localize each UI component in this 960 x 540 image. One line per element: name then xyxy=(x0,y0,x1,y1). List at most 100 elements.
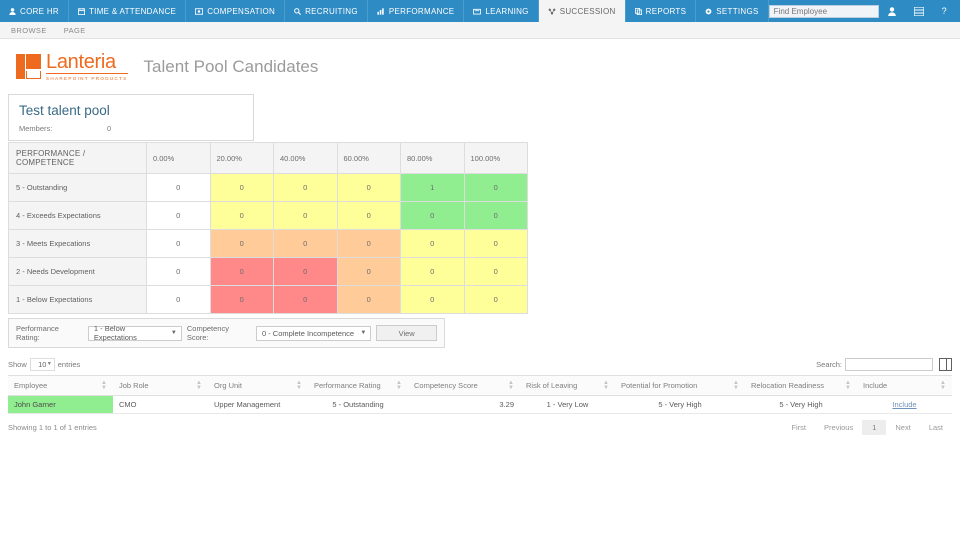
matrix-cell[interactable]: 0 xyxy=(401,230,465,258)
matrix-cell[interactable]: 0 xyxy=(210,174,274,202)
page-length-select[interactable]: 10 ▼ xyxy=(30,358,55,371)
nav-item-time-attendance[interactable]: TIME & ATTENDANCE xyxy=(69,0,186,22)
matrix-column-header: 40.00% xyxy=(274,143,338,174)
money-icon xyxy=(195,8,203,15)
pagination-last[interactable]: Last xyxy=(920,420,952,435)
pagination-first[interactable]: First xyxy=(782,420,815,435)
matrix-column-header: 100.00% xyxy=(464,143,528,174)
book-icon xyxy=(473,8,481,15)
lanteria-logo[interactable]: Lanteria SHAREPOINT PRODUCTS xyxy=(16,52,128,81)
nav-item-reports[interactable]: REPORTS xyxy=(626,0,697,22)
nav-item-label: SETTINGS xyxy=(716,7,758,16)
matrix-cell[interactable]: 0 xyxy=(274,202,338,230)
matrix-cell[interactable]: 0 xyxy=(337,230,401,258)
column-visibility-icon[interactable] xyxy=(939,358,952,371)
matrix-cell[interactable]: 0 xyxy=(401,202,465,230)
matrix-cell[interactable]: 1 xyxy=(401,174,465,202)
nav-item-performance[interactable]: PERFORMANCE xyxy=(368,0,465,22)
matrix-filter-bar: Performance Rating: 1 - Below Expectatio… xyxy=(8,318,445,348)
matrix-cell[interactable]: 0 xyxy=(464,258,528,286)
matrix-cell[interactable]: 0 xyxy=(147,230,211,258)
cell-job-role: CMO xyxy=(113,396,208,414)
matrix-cell[interactable]: 0 xyxy=(274,174,338,202)
cell-competency-score: 3.29 xyxy=(408,396,520,414)
chevron-down-icon: ▼ xyxy=(171,330,177,336)
calendar-icon xyxy=(78,8,85,15)
matrix-cell[interactable]: 0 xyxy=(401,258,465,286)
matrix-cell[interactable]: 0 xyxy=(337,286,401,314)
matrix-row-label: 1 - Below Expectations xyxy=(9,286,147,314)
view-button[interactable]: View xyxy=(376,325,437,341)
cell-include[interactable]: Include xyxy=(857,396,952,414)
find-employee-input[interactable] xyxy=(769,5,879,18)
matrix-cell[interactable]: 0 xyxy=(147,202,211,230)
column-header-label: Competency Score xyxy=(414,381,478,390)
matrix-cell[interactable]: 0 xyxy=(210,202,274,230)
column-header-employee[interactable]: Employee▲▼ xyxy=(8,376,113,396)
breadcrumb: BROWSE PAGE xyxy=(0,22,960,39)
column-header-relocation-readiness[interactable]: Relocation Readiness▲▼ xyxy=(745,376,857,396)
matrix-cell[interactable]: 0 xyxy=(210,286,274,314)
performance-rating-select[interactable]: 1 - Below Expectations ▼ xyxy=(88,326,182,341)
nav-item-label: TIME & ATTENDANCE xyxy=(89,7,176,16)
competency-score-select[interactable]: 0 - Complete Incompetence ▼ xyxy=(256,326,371,341)
matrix-cell[interactable]: 0 xyxy=(464,202,528,230)
pagination-previous[interactable]: Previous xyxy=(815,420,862,435)
datatable-controls: Show 10 ▼ entries Search: xyxy=(8,356,952,372)
column-header-potential-for-promotion[interactable]: Potential for Promotion▲▼ xyxy=(615,376,745,396)
logo-mark-icon xyxy=(16,54,41,79)
matrix-cell[interactable]: 0 xyxy=(464,286,528,314)
column-header-job-role[interactable]: Job Role▲▼ xyxy=(113,376,208,396)
nav-item-label: LEARNING xyxy=(485,7,528,16)
matrix-cell[interactable]: 0 xyxy=(274,230,338,258)
candidates-table-body: John GarnerCMOUpper Management5 - Outsta… xyxy=(8,396,952,414)
matrix-cell[interactable]: 0 xyxy=(210,230,274,258)
matrix-cell[interactable]: 0 xyxy=(464,230,528,258)
matrix-cell[interactable]: 0 xyxy=(337,202,401,230)
matrix-cell[interactable]: 0 xyxy=(337,258,401,286)
matrix-cell[interactable]: 0 xyxy=(274,258,338,286)
include-link[interactable]: Include xyxy=(892,400,916,409)
breadcrumb-item-page[interactable]: PAGE xyxy=(64,26,86,35)
breadcrumb-item-browse[interactable]: BROWSE xyxy=(11,26,47,35)
matrix-row-label: 3 - Meets Expecations xyxy=(9,230,147,258)
nav-item-compensation[interactable]: COMPENSATION xyxy=(186,0,285,22)
matrix-cell[interactable]: 0 xyxy=(147,174,211,202)
person-icon xyxy=(9,8,16,15)
nav-item-learning[interactable]: LEARNING xyxy=(464,0,538,22)
matrix-row: 1 - Below Expectations000000 xyxy=(9,286,528,314)
column-header-risk-of-leaving[interactable]: Risk of Leaving▲▼ xyxy=(520,376,615,396)
cell-employee[interactable]: John Garner xyxy=(8,396,113,414)
matrix-cell[interactable]: 0 xyxy=(337,174,401,202)
column-header-org-unit[interactable]: Org Unit▲▼ xyxy=(208,376,308,396)
matrix-cell[interactable]: 0 xyxy=(147,258,211,286)
help-icon[interactable]: ? xyxy=(933,6,956,16)
column-header-performance-rating[interactable]: Performance Rating▲▼ xyxy=(308,376,408,396)
column-header-competency-score[interactable]: Competency Score▲▼ xyxy=(408,376,520,396)
employee-name-highlight[interactable]: John Garner xyxy=(8,396,113,413)
nav-item-settings[interactable]: SETTINGS xyxy=(696,0,768,22)
nav-item-recruiting[interactable]: RECRUITING xyxy=(285,0,368,22)
matrix-cell[interactable]: 0 xyxy=(274,286,338,314)
column-header-label: Employee xyxy=(14,381,47,390)
nav-item-core-hr[interactable]: CORE HR xyxy=(0,0,69,22)
column-header-include[interactable]: Include▲▼ xyxy=(857,376,952,396)
matrix-cell[interactable]: 0 xyxy=(210,258,274,286)
user-icon[interactable] xyxy=(879,7,905,16)
search-input[interactable] xyxy=(845,358,933,371)
nav-item-label: PERFORMANCE xyxy=(389,7,455,16)
nav-item-succession[interactable]: SUCCESSION xyxy=(539,0,626,22)
top-bar-right-tools: ? HR070 ▾ ⚙ xyxy=(769,0,960,22)
matrix-cell[interactable]: 0 xyxy=(401,286,465,314)
performance-rating-label: Performance Rating: xyxy=(16,324,83,342)
pagination-next[interactable]: Next xyxy=(886,420,919,435)
pagination-page-1[interactable]: 1 xyxy=(862,420,886,435)
search-label: Search: xyxy=(816,360,842,369)
nav-item-label: RECRUITING xyxy=(305,7,358,16)
cell-performance-rating[interactable]: 5 - Outstanding xyxy=(308,396,408,414)
matrix-cell[interactable]: 0 xyxy=(464,174,528,202)
chevron-down-icon: ▼ xyxy=(360,330,366,336)
table-row[interactable]: John GarnerCMOUpper Management5 - Outsta… xyxy=(8,396,952,414)
matrix-cell[interactable]: 0 xyxy=(147,286,211,314)
grid-icon[interactable] xyxy=(905,7,933,16)
